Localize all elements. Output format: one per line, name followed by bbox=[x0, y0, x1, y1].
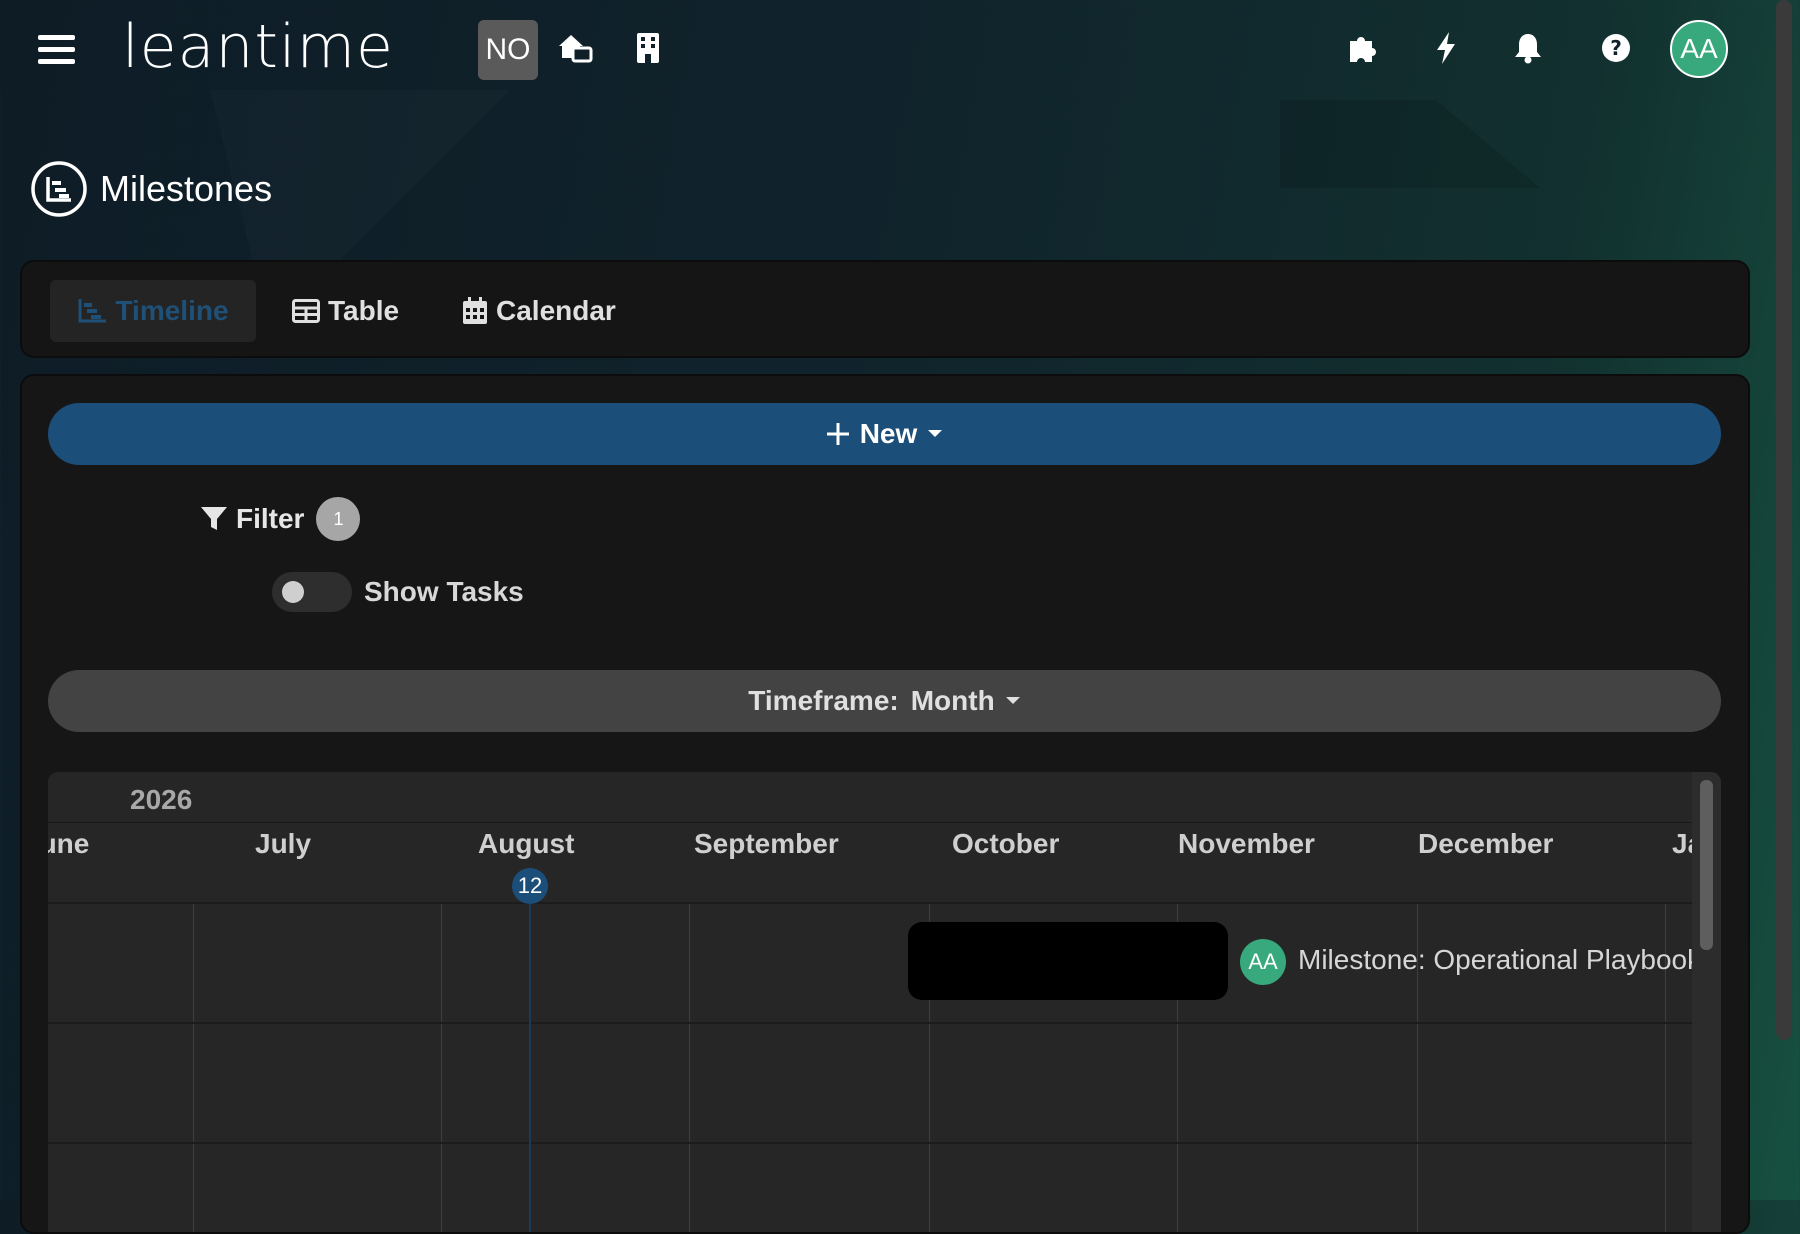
menu-icon[interactable] bbox=[38, 33, 76, 67]
plus-icon bbox=[826, 423, 849, 445]
tab-calendar-label: Calendar bbox=[496, 295, 616, 326]
view-tabs: Timeline Table Calendar bbox=[20, 260, 1750, 358]
timeline-icon bbox=[31, 161, 87, 217]
show-tasks-label: Show Tasks bbox=[364, 576, 524, 607]
bell-icon[interactable] bbox=[1508, 28, 1548, 68]
month-september: September bbox=[694, 828, 839, 859]
top-header: leantime NO ? AA bbox=[0, 0, 1800, 100]
tab-table[interactable]: Table bbox=[292, 280, 399, 342]
new-button-label: New bbox=[859, 418, 918, 449]
timeframe-label: Timeframe: bbox=[748, 685, 899, 716]
puzzle-icon[interactable] bbox=[1342, 28, 1382, 68]
today-badge: 12 bbox=[512, 868, 548, 904]
tab-calendar[interactable]: Calendar bbox=[462, 280, 616, 342]
new-button[interactable]: New bbox=[48, 403, 1721, 465]
year-row: 2026 bbox=[48, 772, 1692, 823]
building-icon[interactable] bbox=[628, 28, 668, 68]
timeframe-value: Month bbox=[910, 685, 995, 716]
grid-line bbox=[689, 902, 690, 1232]
month-july: July bbox=[255, 828, 312, 859]
home-switch-icon[interactable] bbox=[555, 28, 595, 68]
timeline-tab-icon bbox=[78, 299, 107, 323]
project-switcher-badge[interactable]: NO bbox=[478, 20, 538, 80]
month-december: December bbox=[1418, 828, 1554, 859]
tab-timeline-label: Timeline bbox=[115, 295, 229, 326]
timeline-scrollbar-thumb[interactable] bbox=[1700, 780, 1713, 950]
filter-button[interactable]: Filter 1 bbox=[200, 496, 361, 542]
milestone-owner-avatar[interactable]: AA bbox=[1240, 939, 1286, 985]
filter-icon bbox=[201, 507, 227, 530]
grid-line bbox=[193, 902, 194, 1232]
milestone-label[interactable]: Milestone: Operational Playbook bbox=[1298, 944, 1701, 976]
page-scrollbar[interactable] bbox=[1776, 0, 1792, 1040]
row-divider bbox=[48, 902, 1692, 904]
milestone-bar[interactable] bbox=[908, 922, 1228, 1000]
chevron-down-icon bbox=[1005, 697, 1020, 704]
filter-count-badge: 1 bbox=[316, 497, 361, 541]
row-divider bbox=[48, 1142, 1692, 1144]
tab-table-label: Table bbox=[328, 295, 400, 326]
month-june: June bbox=[48, 828, 90, 859]
grid-line bbox=[441, 902, 442, 1232]
filter-label: Filter bbox=[236, 503, 305, 534]
today-line bbox=[529, 904, 531, 1232]
month-october: October bbox=[952, 828, 1060, 859]
show-tasks-row: Show Tasks bbox=[272, 572, 524, 612]
row-divider bbox=[48, 1022, 1692, 1024]
month-august: August bbox=[478, 828, 575, 859]
svg-text:?: ? bbox=[1610, 36, 1622, 60]
show-tasks-toggle[interactable] bbox=[272, 572, 352, 612]
timeframe-dropdown[interactable]: Timeframe: Month bbox=[48, 670, 1721, 732]
chevron-down-icon bbox=[928, 430, 943, 437]
month-november: November bbox=[1178, 828, 1315, 859]
calendar-icon bbox=[463, 297, 487, 324]
page-header: Milestones bbox=[30, 158, 272, 220]
help-icon[interactable]: ? bbox=[1596, 28, 1636, 68]
table-icon bbox=[292, 299, 320, 323]
lightning-icon[interactable] bbox=[1426, 28, 1466, 68]
app-logo[interactable]: leantime bbox=[122, 12, 394, 82]
year-label: 2026 bbox=[130, 784, 193, 815]
tab-timeline[interactable]: Timeline bbox=[50, 280, 256, 342]
milestone-timeline: 2026 June July August September October … bbox=[48, 772, 1721, 1232]
page-title: Milestones bbox=[100, 168, 273, 209]
user-avatar[interactable]: AA bbox=[1670, 20, 1728, 78]
